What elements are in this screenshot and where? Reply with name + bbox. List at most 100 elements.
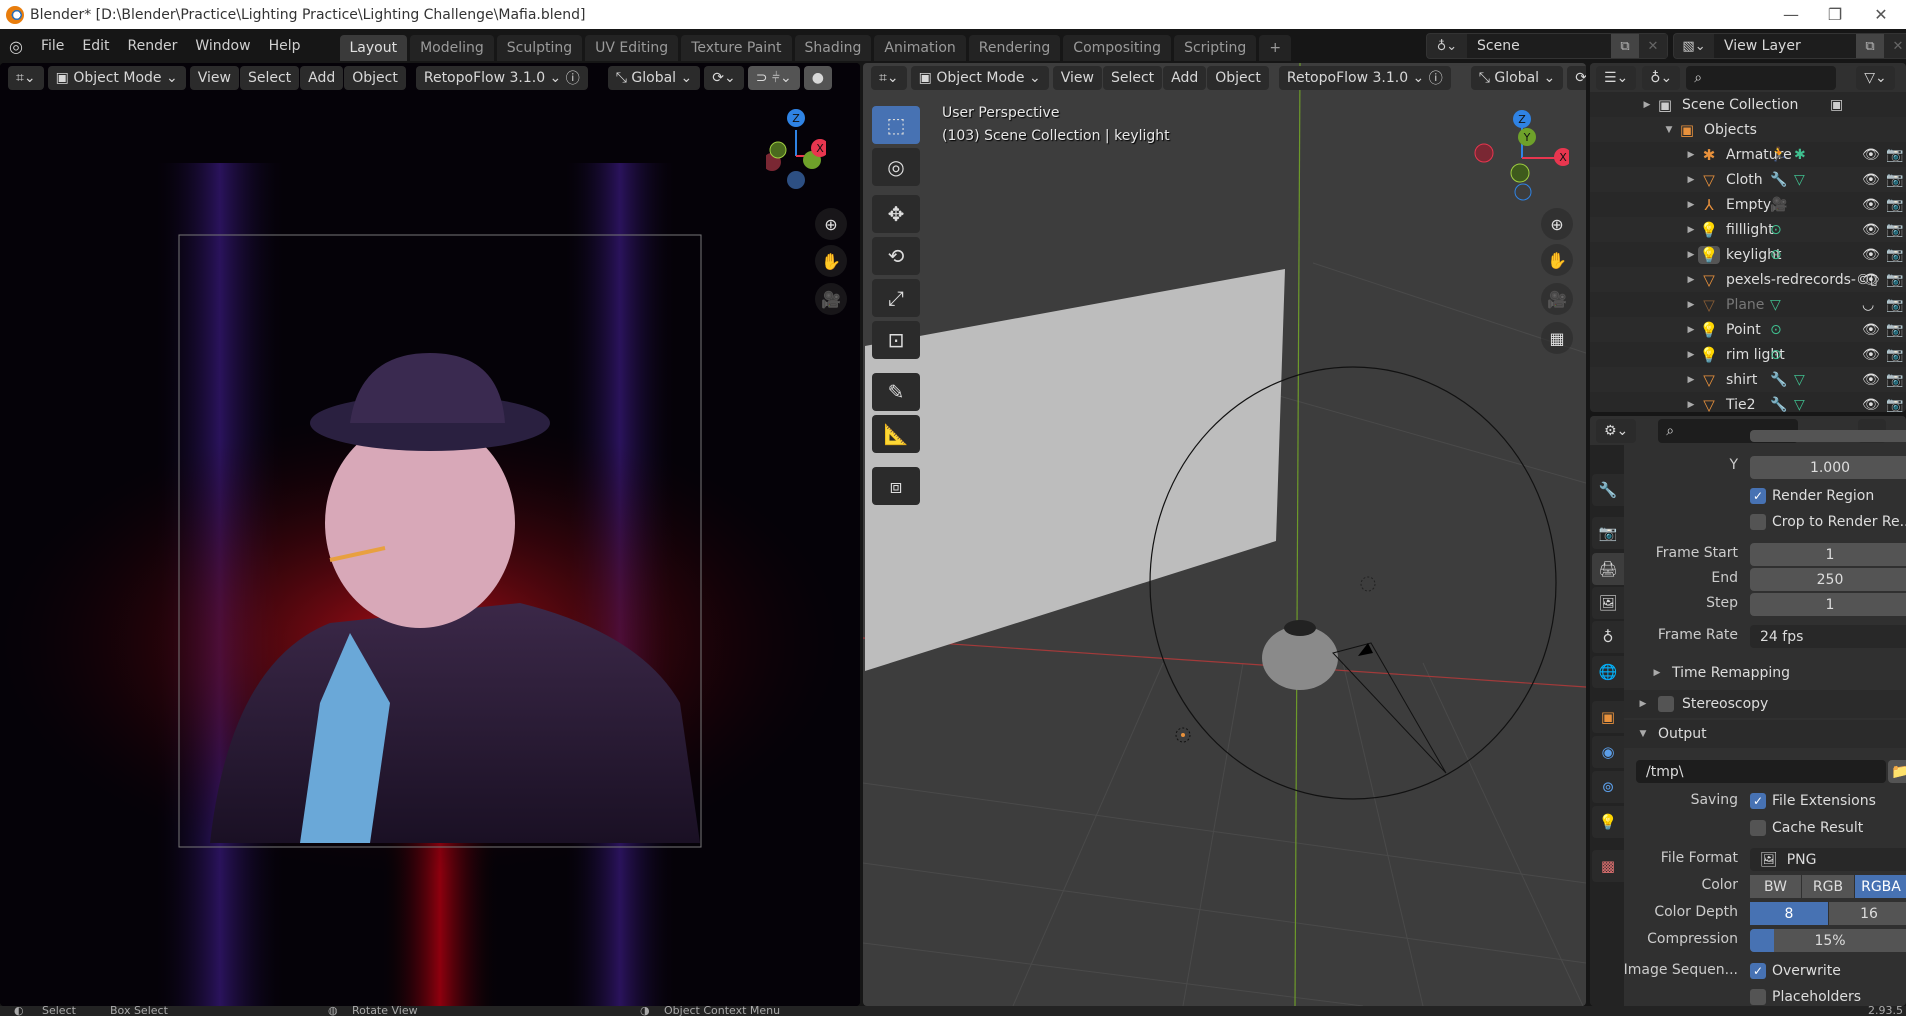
camera-icon[interactable]: 🎥	[1770, 197, 1787, 213]
outliner-item[interactable]: ▶ ✱ Armature 🏃 ✱ 👁 📷	[1590, 142, 1906, 167]
render-camera-icon[interactable]: 📷	[1886, 322, 1903, 338]
neg-z-axis[interactable]	[1514, 183, 1532, 201]
annotate-tool[interactable]: ✎	[872, 373, 920, 411]
frame-end-field[interactable]: 250	[1750, 568, 1906, 591]
pose-icon[interactable]: 🏃	[1770, 147, 1787, 163]
rendered-viewport[interactable]: ⌗⌄ ▣ Object Mode ⌄ View Select Add Object R…	[0, 63, 860, 1006]
expand-triangle-icon[interactable]: ▶	[1684, 275, 1698, 285]
color-rgb-button[interactable]: RGB	[1802, 875, 1854, 898]
menu-edit[interactable]: Edit	[73, 38, 118, 54]
close-button[interactable]: ✕	[1858, 0, 1904, 29]
zoom-icon[interactable]: ⊕	[1541, 208, 1573, 240]
scene-tab-icon[interactable]: ♁	[1592, 621, 1624, 653]
render-camera-icon[interactable]: 📷	[1886, 347, 1903, 363]
outliner-search-input[interactable]: ⌕	[1686, 65, 1837, 90]
aspect-x-field[interactable]	[1750, 430, 1906, 442]
outliner-item[interactable]: ▶ ⅄ Empty 🎥 👁 📷	[1590, 192, 1906, 217]
retopoflow-menu[interactable]: RetopoFlow 3.1.0 ⌄ ⓘ	[415, 65, 588, 90]
mesh-data-icon[interactable]: ▽	[1770, 297, 1781, 313]
render-camera-icon[interactable]: 📷	[1886, 397, 1903, 413]
eye-icon[interactable]: 👁	[1862, 372, 1880, 388]
pivot-point-dropdown[interactable]: ⟳⌄	[704, 65, 744, 90]
scene-filter-icon[interactable]: ♁⌄	[1642, 65, 1681, 90]
folder-icon[interactable]: 📁	[1888, 760, 1906, 783]
spot-light-cone[interactable]	[1332, 642, 1447, 774]
output-tab-icon[interactable]: 🖨	[1592, 553, 1624, 585]
tab-modeling[interactable]: Modeling	[410, 35, 494, 61]
light-data-icon[interactable]: ⊙	[1770, 347, 1782, 363]
plane-object[interactable]	[865, 269, 1285, 671]
camera-view-icon[interactable]: 🎥	[815, 283, 847, 315]
output-path-input[interactable]: /tmp\	[1636, 760, 1886, 783]
wrench-icon[interactable]: 🔧	[1770, 172, 1787, 188]
render-camera-icon[interactable]: 📷	[1886, 247, 1903, 263]
wrench-icon[interactable]: 🔧	[1770, 372, 1787, 388]
new-scene-icon[interactable]: ⧉	[1611, 34, 1639, 58]
menu-render[interactable]: Render	[119, 38, 187, 54]
help-icon[interactable]: ⓘ	[561, 68, 580, 88]
pan-hand-icon[interactable]: ✋	[815, 245, 847, 277]
proportional-edit-toggle[interactable]: ●	[803, 65, 832, 90]
scene-name[interactable]: Scene	[1467, 34, 1611, 58]
scene-selector[interactable]: ♁⌄ Scene ⧉ ✕	[1426, 33, 1668, 59]
scale-tool[interactable]: ⤢	[872, 279, 920, 317]
editor-type-button[interactable]: ⌗⌄	[871, 65, 907, 90]
display-mode-icon[interactable]: ☰⌄	[1596, 65, 1637, 90]
tab-uv-editing[interactable]: UV Editing	[585, 35, 679, 61]
render-camera-icon[interactable]: 📷	[1886, 147, 1903, 163]
expand-triangle-icon[interactable]: ▶	[1684, 250, 1698, 260]
maximize-button[interactable]: ❐	[1812, 0, 1858, 29]
stereoscopy-panel[interactable]: ▶ Stereoscopy	[1624, 690, 1906, 718]
outliner-item-name[interactable]: pexels-redrecords-©▯	[1726, 272, 1878, 288]
outliner-item[interactable]: ▶ ▽ shirt 🔧 ▽ 👁 📷	[1590, 367, 1906, 392]
frame-step-field[interactable]: 1	[1750, 593, 1906, 616]
add-menu[interactable]: Add	[1163, 65, 1207, 90]
add-cube-tool[interactable]: ⧈	[872, 467, 920, 505]
expand-triangle-icon[interactable]: ▶	[1684, 325, 1698, 335]
select-menu[interactable]: Select	[239, 65, 300, 90]
render-camera-icon[interactable]: 📷	[1886, 297, 1903, 313]
file-extensions-checkbox[interactable]: ✓ File Extensions	[1750, 793, 1876, 809]
outliner-item-name[interactable]: Plane	[1726, 297, 1764, 313]
orientation-dropdown[interactable]: ⤡ Global ⌄	[1470, 65, 1564, 90]
tab-texture-paint[interactable]: Texture Paint	[681, 35, 792, 61]
light-data-icon[interactable]: ⊙	[1770, 322, 1782, 338]
file-format-dropdown[interactable]: 🖼 PNG	[1750, 848, 1906, 871]
frame-start-field[interactable]: 1	[1750, 543, 1906, 566]
color-bw-button[interactable]: BW	[1750, 875, 1801, 898]
mesh-data-icon[interactable]: ▽	[1794, 372, 1805, 388]
view-menu[interactable]: View	[1052, 65, 1102, 90]
mode-dropdown[interactable]: ▣ Object Mode ⌄	[47, 65, 186, 90]
object-menu[interactable]: Object	[344, 65, 406, 90]
outliner-item[interactable]: ▶ ▽ Cloth 🔧 ▽ 👁 📷	[1590, 167, 1906, 192]
wrench-icon[interactable]: 🔧	[1770, 397, 1787, 413]
neg-x-axis[interactable]	[1474, 143, 1494, 163]
outliner-item[interactable]: ▶ ▽ Plane ▽ ◡ 📷	[1590, 292, 1906, 317]
expand-triangle-icon[interactable]: ▶	[1684, 175, 1698, 185]
tab-scripting[interactable]: Scripting	[1174, 35, 1257, 61]
neg-y-axis[interactable]	[1510, 163, 1530, 183]
pivot-point-dropdown[interactable]: ⟳	[1567, 65, 1586, 90]
eye-icon[interactable]: 👁	[1862, 347, 1880, 363]
editor-type-button[interactable]: ⌗⌄	[8, 65, 44, 90]
eye-icon[interactable]: 👁	[1862, 397, 1880, 413]
neg-z-axis[interactable]	[787, 171, 805, 189]
expand-triangle-icon[interactable]: ▶	[1684, 375, 1698, 385]
view-layer-selector[interactable]: ▧⌄ View Layer ⧉ ✕	[1673, 33, 1906, 59]
delete-view-layer-icon[interactable]: ✕	[1884, 34, 1906, 58]
collapse-triangle-icon[interactable]: ▼	[1662, 125, 1676, 135]
light-data-icon[interactable]: ⊙	[1770, 247, 1782, 263]
aspect-y-field[interactable]: 1.000	[1750, 456, 1906, 479]
snap-toggle[interactable]: ⊃ ⫩⌄	[747, 65, 800, 90]
outliner-item[interactable]: ▶ ▽ Tie2 🔧 ▽ 👁 📷	[1590, 392, 1906, 413]
mode-dropdown[interactable]: ▣ Object Mode ⌄	[910, 65, 1049, 90]
eye-icon[interactable]: 👁	[1862, 222, 1880, 238]
expand-triangle-icon[interactable]: ▶	[1684, 150, 1698, 160]
outliner-item[interactable]: ▶ 💡 Point ⊙ 👁 📷	[1590, 317, 1906, 342]
eye-closed-icon[interactable]: ◡	[1862, 297, 1874, 313]
fill-light[interactable]	[1360, 576, 1376, 592]
tab-animation[interactable]: Animation	[874, 35, 966, 61]
color-depth-8-button[interactable]: 8	[1750, 902, 1828, 925]
outliner-item[interactable]: ▼ ▣ Objects	[1590, 117, 1906, 142]
light-data-icon[interactable]: ⊙	[1770, 222, 1782, 238]
